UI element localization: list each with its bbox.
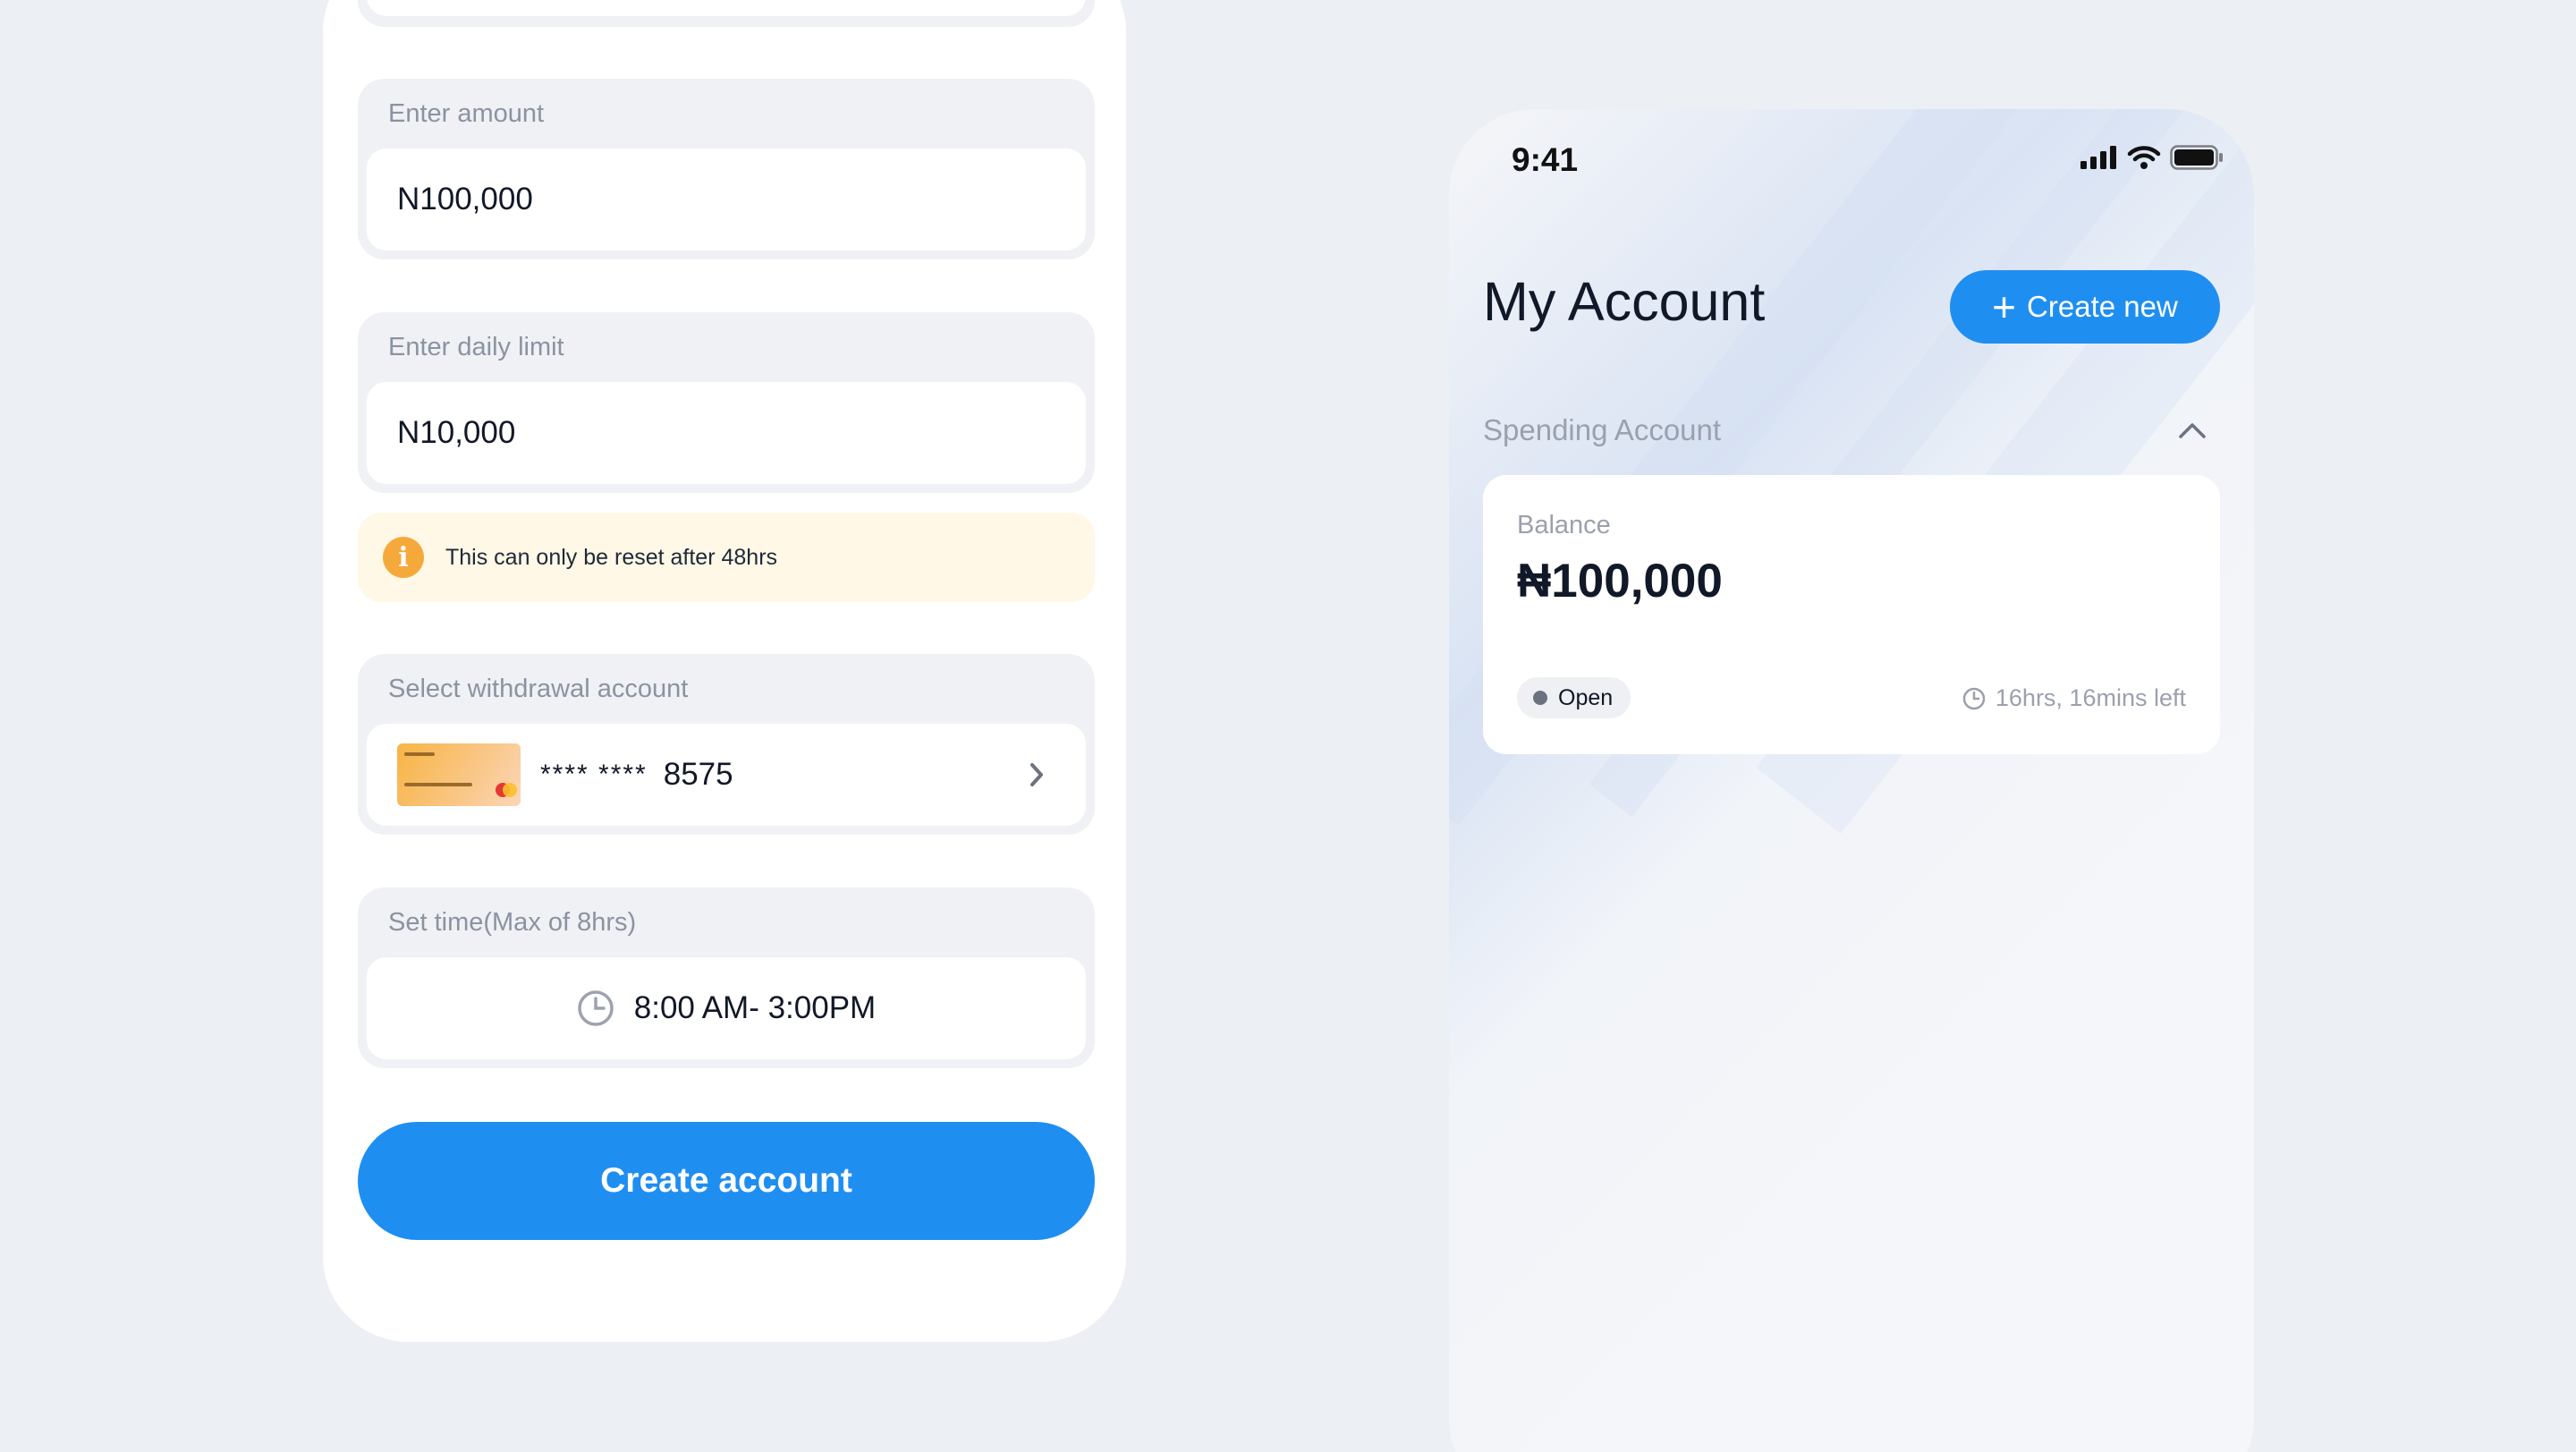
time-remaining: 16hrs, 16mins left (1962, 684, 2186, 712)
daily-limit-field-group: Enter daily limit N10,000 (358, 312, 1095, 493)
previous-field-edge (358, 0, 1095, 27)
amount-field-group: Enter amount N100,000 (358, 79, 1095, 259)
battery-icon (2170, 145, 2223, 170)
withdrawal-account-select[interactable]: **** **** 8575 (367, 724, 1086, 826)
section-label: Spending Account (1483, 413, 1722, 446)
plus-icon: + (1992, 284, 2017, 330)
status-dot-icon (1533, 691, 1547, 705)
card-mask: **** **** (540, 760, 648, 789)
page-title: My Account (1483, 271, 1766, 332)
debit-card-thumbnail (397, 743, 521, 806)
daily-limit-input[interactable]: N10,000 (367, 382, 1086, 484)
time-label: Set time(Max of 8hrs) (388, 908, 637, 937)
right-phone-screen: 9:41 My Account + Create new Spending Ac… (1449, 109, 2254, 1452)
create-account-button[interactable]: Create account (358, 1122, 1095, 1240)
clock-icon (577, 989, 614, 1027)
chevron-up-icon[interactable] (2177, 420, 2207, 445)
balance-card[interactable]: Balance ₦100,000 Open 16hrs, 16mins left (1483, 475, 2220, 754)
status-bar-time: 9:41 (1512, 141, 1579, 178)
info-icon: i (383, 537, 424, 578)
amount-input[interactable]: N100,000 (367, 149, 1086, 250)
reset-notice-text: This can only be reset after 48hrs (445, 544, 778, 570)
clock-icon (1962, 687, 1986, 709)
daily-limit-label: Enter daily limit (388, 333, 564, 361)
balance-label: Balance (1517, 511, 1611, 539)
withdrawal-field-group: Select withdrawal account **** **** 8575 (358, 654, 1095, 835)
cellular-signal-icon (2080, 146, 2116, 169)
status-bar-icons (2080, 145, 2224, 170)
chevron-right-icon (1023, 761, 1050, 788)
status-badge: Open (1517, 677, 1631, 718)
reset-notice: i This can only be reset after 48hrs (358, 513, 1095, 602)
time-range-value: 8:00 AM- 3:00PM (633, 990, 877, 1025)
withdrawal-label: Select withdrawal account (388, 675, 689, 703)
create-new-button[interactable]: + Create new (1950, 270, 2220, 344)
status-badge-label: Open (1558, 684, 1614, 710)
amount-label: Enter amount (388, 99, 545, 128)
time-remaining-text: 16hrs, 16mins left (1995, 684, 2186, 711)
time-range-picker[interactable]: 8:00 AM- 3:00PM (367, 957, 1086, 1059)
create-new-label: Create new (2027, 290, 2178, 323)
balance-value: ₦100,000 (1517, 555, 1723, 607)
wifi-icon (2127, 146, 2161, 169)
card-last-four: 8575 (663, 757, 733, 792)
time-field-group: Set time(Max of 8hrs) 8:00 AM- 3:00PM (358, 887, 1095, 1068)
